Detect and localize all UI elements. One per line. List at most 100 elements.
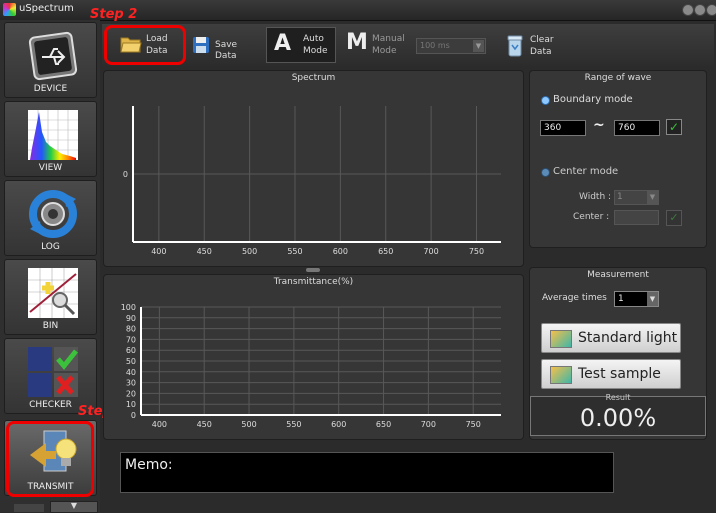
usb-device-icon <box>28 31 78 81</box>
manual-mode-button[interactable]: M Manual Mode <box>342 27 412 63</box>
x-tick-label: 700 <box>423 247 438 256</box>
sidebar-item-bin[interactable]: BIN <box>4 259 97 335</box>
result-value: 0.00% <box>579 404 657 432</box>
y-tick-label: 90 <box>126 314 136 323</box>
average-times-select[interactable]: 1 ▼ <box>614 291 659 307</box>
sidebar-item-label: DEVICE <box>33 84 68 94</box>
sidebar-item-log[interactable]: LOG <box>4 180 97 256</box>
width-select[interactable]: 1 ▼ <box>614 190 659 205</box>
x-tick-label: 700 <box>421 420 436 429</box>
x-tick-label: 500 <box>242 247 257 256</box>
sidebar-item-label: LOG <box>41 242 60 252</box>
x-tick-label: 550 <box>287 247 302 256</box>
result-box: Result 0.00% <box>530 393 706 436</box>
save-data-label: Save Data <box>215 40 238 61</box>
boundary-mode-radio[interactable] <box>541 96 550 105</box>
auto-mode-button[interactable]: A Auto Mode <box>266 27 336 63</box>
y-tick-label: 100 <box>121 303 136 312</box>
close-button[interactable] <box>706 4 716 16</box>
center-input[interactable] <box>614 210 659 225</box>
y-tick-label: 30 <box>126 379 136 388</box>
sidebar-scroll-down[interactable]: ▼ <box>50 501 98 513</box>
average-times-label: Average times <box>542 293 607 303</box>
chevron-down-icon: ▼ <box>647 292 658 306</box>
y-tick-label: 40 <box>126 368 136 377</box>
x-tick-label: 750 <box>469 247 484 256</box>
test-sample-label: Test sample <box>578 366 661 382</box>
range-of-wave-panel: Range of wave Boundary mode 360 ~ 760 ✓ … <box>529 70 707 248</box>
sidebar-item-label: VIEW <box>38 163 63 173</box>
auto-mode-icon: A <box>274 31 292 56</box>
step2-label: Step 2 <box>90 7 138 22</box>
apply-center-button[interactable]: ✓ <box>666 210 682 226</box>
maximize-button[interactable] <box>694 4 706 16</box>
spectrum-panel: Spectrum 400 450 500 550 600 650 700 750 0 <box>103 70 524 267</box>
sidebar-item-view[interactable]: VIEW <box>4 101 97 177</box>
wave-max-input[interactable]: 760 <box>614 120 660 136</box>
panel-splitter[interactable] <box>306 268 320 272</box>
clear-data-label-1: Clear <box>530 35 554 45</box>
y-tick-label: 0 <box>131 411 136 420</box>
y-tick-label: 80 <box>126 325 136 334</box>
x-tick-label: 500 <box>241 420 256 429</box>
y-tick-label: 20 <box>126 389 136 398</box>
interval-value: 100 ms <box>420 41 450 50</box>
recycle-bin-icon <box>507 35 523 57</box>
average-times-value: 1 <box>618 294 624 304</box>
clear-data-label-2: Data <box>530 47 552 57</box>
test-sample-icon <box>550 366 572 384</box>
y-tick-label: 0 <box>123 170 128 179</box>
wave-min-input[interactable]: 360 <box>540 120 586 136</box>
standard-light-icon <box>550 330 572 348</box>
sidebar-scroll-up[interactable] <box>14 504 44 512</box>
spectrum-view-icon <box>28 110 78 160</box>
app-icon <box>3 3 16 16</box>
x-tick-label: 600 <box>331 420 346 429</box>
center-mode-label: Center mode <box>553 166 619 177</box>
auto-mode-label-1: Auto <box>303 34 324 44</box>
sidebar-item-device[interactable]: DEVICE <box>4 22 97 98</box>
spectrum-chart: 400 450 500 550 600 650 700 750 0 <box>123 106 501 256</box>
x-tick-label: 650 <box>376 420 391 429</box>
save-data-button[interactable]: Save Data <box>190 27 260 63</box>
y-tick-label: 50 <box>126 357 136 366</box>
center-field-label: Center : <box>573 212 610 222</box>
test-sample-button[interactable]: Test sample <box>541 359 681 389</box>
auto-mode-label-2: Mode <box>303 46 328 56</box>
sidebar-item-checker[interactable]: CHECKER <box>4 338 97 414</box>
window-title: uSpectrum <box>19 3 74 14</box>
x-tick-label: 400 <box>151 247 166 256</box>
refresh-log-icon <box>29 190 77 238</box>
transmittance-chart: 400 450 500 550 600 650 700 7500102030405060708… <box>121 303 501 429</box>
memo-field[interactable]: Memo: <box>120 452 614 493</box>
width-value: 1 <box>617 192 623 202</box>
x-tick-label: 650 <box>378 247 393 256</box>
minimize-button[interactable] <box>682 4 694 16</box>
clear-data-button[interactable]: Clear Data <box>502 27 572 63</box>
checker-icon <box>28 347 78 397</box>
step2-highlight <box>104 25 186 65</box>
range-title: Range of wave <box>584 73 652 83</box>
y-tick-label: 60 <box>126 346 136 355</box>
save-floppy-icon <box>193 37 209 53</box>
x-tick-label: 600 <box>333 247 348 256</box>
apply-range-button[interactable]: ✓ <box>666 119 682 135</box>
interval-select[interactable]: 100 ms ▼ <box>416 38 486 54</box>
x-tick-label: 450 <box>197 247 212 256</box>
transmittance-panel: Transmittance(%) 400 450 500 550 600 650 700 75… <box>103 274 524 440</box>
range-tilde: ~ <box>593 117 605 133</box>
standard-light-label: Standard light <box>578 330 678 346</box>
manual-mode-icon: M <box>346 30 368 55</box>
center-mode-radio[interactable] <box>541 168 550 177</box>
x-tick-label: 750 <box>466 420 481 429</box>
x-tick-label: 400 <box>152 420 167 429</box>
step1-highlight <box>6 421 94 497</box>
manual-mode-label-1: Manual <box>372 34 405 44</box>
y-tick-label: 10 <box>126 400 136 409</box>
toolbar: Load Data Save Data A Auto Mode M Manual… <box>102 24 714 66</box>
width-label: Width : <box>579 192 612 202</box>
chevron-down-icon: ▼ <box>473 40 484 52</box>
standard-light-button[interactable]: Standard light <box>541 323 681 353</box>
memo-label: Memo: <box>125 457 173 473</box>
x-tick-label: 550 <box>286 420 301 429</box>
